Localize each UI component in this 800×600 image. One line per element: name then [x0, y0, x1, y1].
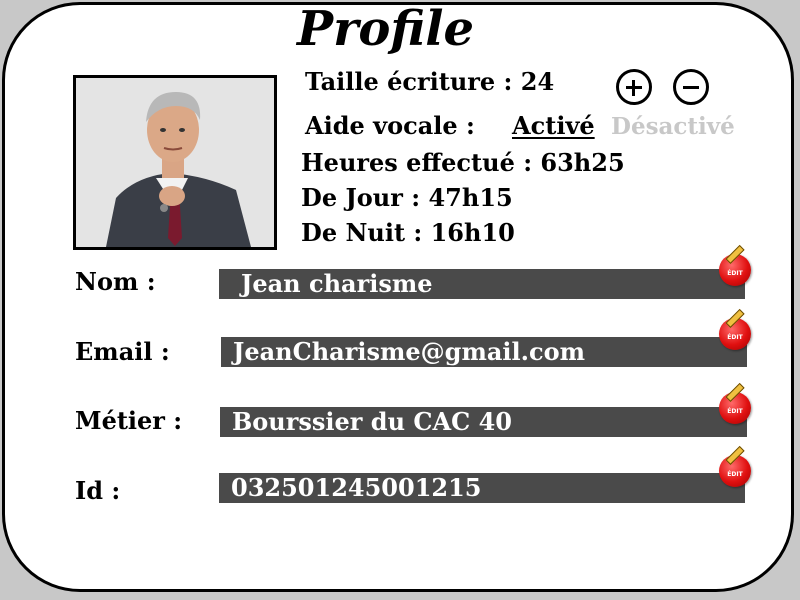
page-title: Profile — [297, 1, 475, 57]
font-size-label: Taille écriture : 24 — [305, 67, 555, 96]
person-avatar-icon — [76, 78, 274, 247]
hours-day: De Jour : 47h15 — [301, 183, 513, 212]
job-label: Métier : — [75, 406, 183, 435]
hours-night: De Nuit : 16h10 — [301, 218, 515, 247]
edit-id-button[interactable]: ÉDIT — [719, 445, 751, 487]
id-value: 032501245001215 — [231, 473, 482, 502]
edit-name-label: ÉDIT — [727, 270, 743, 277]
increase-font-button[interactable] — [616, 69, 652, 105]
profile-photo — [73, 75, 277, 250]
edit-job-label: ÉDIT — [727, 408, 743, 415]
pencil-icon — [725, 308, 745, 328]
pencil-icon — [725, 382, 745, 402]
voice-aid-inactive-option[interactable]: Désactivé — [611, 113, 735, 140]
voice-aid-active-option[interactable]: Activé — [512, 111, 595, 140]
edit-name-button[interactable]: ÉDIT — [719, 244, 751, 286]
name-value: Jean charisme — [241, 269, 433, 298]
id-label: Id : — [75, 476, 121, 505]
edit-email-label: ÉDIT — [727, 334, 743, 341]
voice-aid-label: Aide vocale : — [305, 111, 475, 140]
name-field[interactable]: Jean charisme — [219, 269, 745, 299]
edit-email-button[interactable]: ÉDIT — [719, 308, 751, 350]
job-value: Bourssier du CAC 40 — [232, 407, 512, 436]
id-field[interactable]: 032501245001215 — [219, 473, 745, 503]
email-value: JeanCharisme@gmail.com — [233, 337, 585, 366]
decrease-font-button[interactable] — [673, 69, 709, 105]
hours-total: Heures effectué : 63h25 — [301, 148, 625, 177]
edit-job-button[interactable]: ÉDIT — [719, 382, 751, 424]
edit-id-label: ÉDIT — [727, 471, 743, 478]
name-label: Nom : — [75, 267, 156, 296]
pencil-icon — [725, 244, 745, 264]
profile-card: Profile Taille écriture: 24 Aide vocale… — [2, 1, 794, 592]
job-field[interactable]: Bourssier du CAC 40 — [220, 407, 747, 437]
email-label: Email : — [75, 337, 170, 366]
pencil-icon — [725, 445, 745, 465]
email-field[interactable]: JeanCharisme@gmail.com — [221, 337, 747, 367]
